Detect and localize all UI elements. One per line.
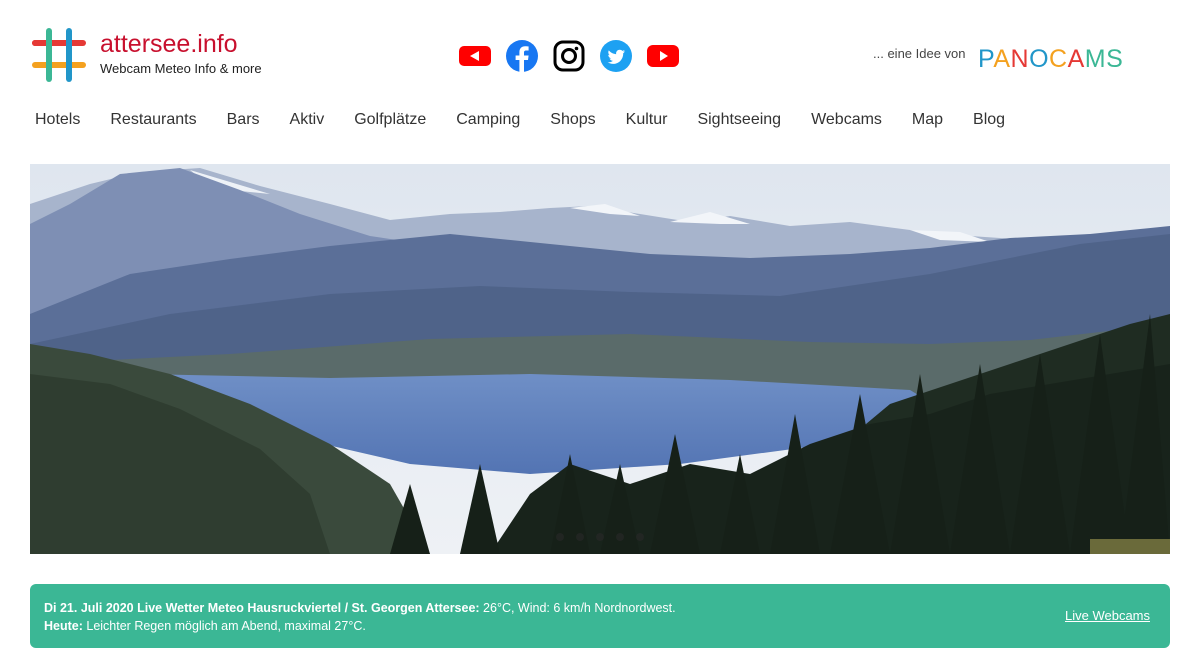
social-links	[458, 38, 679, 74]
youtube-icon[interactable]	[646, 38, 679, 74]
nav-item-hotels[interactable]: Hotels	[35, 110, 80, 130]
panocams-letter: P	[978, 45, 994, 73]
live-webcams-link[interactable]: Live Webcams	[1065, 608, 1150, 623]
nav-item-map[interactable]: Map	[912, 110, 943, 130]
panocams-logo[interactable]: PANOCAMS	[978, 44, 1123, 74]
twitter-icon[interactable]	[599, 38, 632, 74]
nav-item-golfpl-tze[interactable]: Golfplätze	[354, 110, 426, 130]
hashtag-logo-icon	[30, 26, 88, 84]
nav-item-webcams[interactable]: Webcams	[811, 110, 882, 130]
weather-line-forecast: Heute: Leichter Regen möglich am Abend, …	[44, 617, 676, 635]
nav-item-restaurants[interactable]: Restaurants	[110, 110, 196, 130]
weather-forecast-value: Leichter Regen möglich am Abend, maximal…	[82, 619, 366, 633]
hero-slider-image	[30, 164, 1170, 554]
nav-item-camping[interactable]: Camping	[456, 110, 520, 130]
panocams-letter: O	[1029, 45, 1050, 73]
slider-dot[interactable]	[636, 533, 644, 541]
site-logo[interactable]: attersee.info Webcam Meteo Info & more	[30, 26, 262, 84]
nav-item-sightseeing[interactable]: Sightseeing	[697, 110, 781, 130]
panocams-letter: N	[1010, 45, 1030, 73]
panocams-letter: M	[1084, 45, 1107, 73]
panocams-letter: S	[1106, 45, 1124, 73]
logo-title: attersee.info	[100, 30, 238, 58]
weather-current-value: 26°C, Wind: 6 km/h Nordnordwest.	[479, 601, 676, 615]
weather-current-label: Di 21. Juli 2020 Live Wetter Meteo Hausr…	[44, 601, 480, 615]
nav-item-blog[interactable]: Blog	[973, 110, 1005, 130]
nav-item-shops[interactable]: Shops	[550, 110, 595, 130]
slider-dot[interactable]	[556, 533, 564, 541]
idea-text: ... eine Idee von	[873, 46, 966, 61]
main-nav: Hotels Restaurants Bars Aktiv Golfplätze Camp…	[35, 110, 1035, 130]
panocams-letter: A	[993, 45, 1011, 73]
slider-dot[interactable]	[596, 533, 604, 541]
weather-banner: Di 21. Juli 2020 Live Wetter Meteo Hausr…	[30, 584, 1170, 648]
attersee-landscape-photo	[30, 164, 1170, 554]
logo-subtitle: Webcam Meteo Info & more	[100, 61, 262, 76]
weather-forecast-label: Heute:	[44, 619, 83, 633]
slider-dot[interactable]	[616, 533, 624, 541]
instagram-icon[interactable]	[552, 38, 585, 74]
nav-item-kultur[interactable]: Kultur	[626, 110, 668, 130]
panocams-letter: A	[1067, 45, 1085, 73]
slider-dot[interactable]	[576, 533, 584, 541]
weather-line-current: Di 21. Juli 2020 Live Wetter Meteo Hausr…	[44, 599, 676, 617]
nav-item-bars[interactable]: Bars	[227, 110, 260, 130]
facebook-icon[interactable]	[505, 38, 538, 74]
site-header: attersee.info Webcam Meteo Info & more .…	[0, 0, 1200, 100]
nav-item-aktiv[interactable]: Aktiv	[290, 110, 325, 130]
panocams-letter: C	[1049, 45, 1068, 73]
slider-dots	[556, 533, 644, 541]
youtube-small-icon[interactable]	[458, 38, 491, 74]
